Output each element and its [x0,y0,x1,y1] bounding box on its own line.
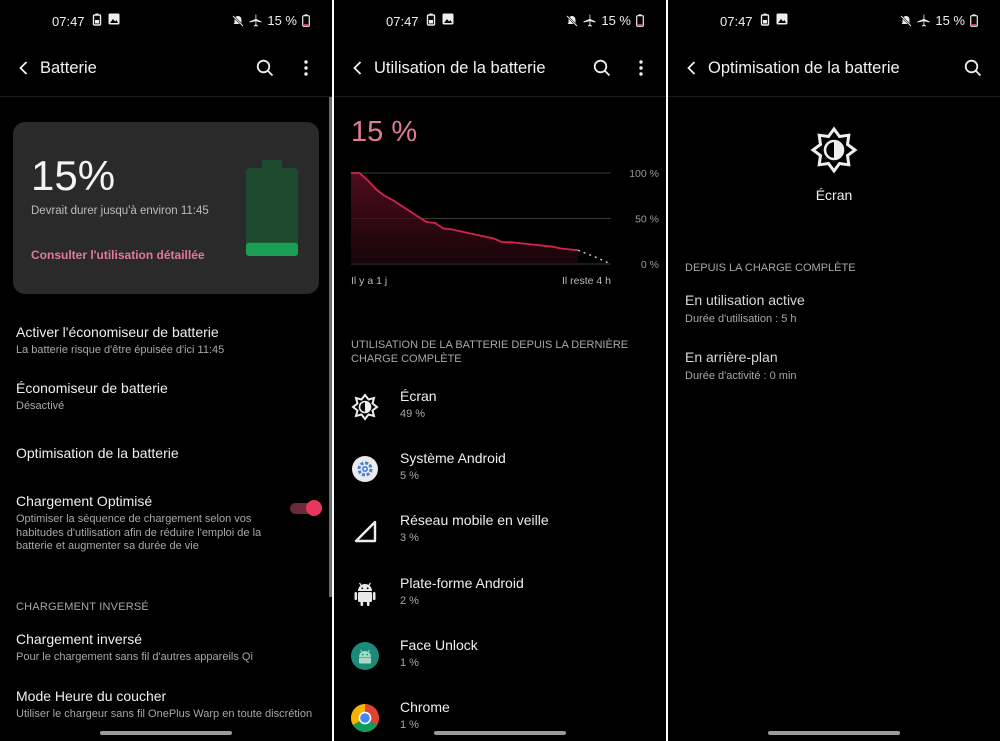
brightness-icon [351,393,379,421]
status-bar: 07:47 15 % [668,0,1000,42]
back-arrow-icon[interactable] [348,58,368,78]
status-battery-pct: 15 % [267,13,297,28]
battery-level-icon [246,160,298,256]
cell-signal-icon [354,520,377,543]
face-unlock-icon [351,642,379,670]
battery-saver-item[interactable]: Économiseur de batterie Désactivé [16,380,318,414]
battery-optimization-item[interactable]: Optimisation de la batterie [16,445,318,461]
chrome-icon [351,704,379,732]
status-time: 07:47 [720,14,753,29]
search-icon[interactable] [592,58,612,78]
status-bar: 07:47 15 % [334,0,666,42]
image-notif-icon [776,13,788,25]
battery-summary-card: 15% Devrait durer jusqu'à environ 11:45 … [13,122,319,294]
more-options-icon[interactable] [631,58,651,78]
battery-low-icon [302,14,310,27]
y-tick-100: 100 % [629,168,659,180]
back-arrow-icon[interactable] [682,58,702,78]
optimized-charging-item[interactable]: Chargement Optimisé Optimiser la séquenc… [16,493,276,554]
app-bar: Optimisation de la batterie [668,46,1000,90]
battery-saver-activate-item[interactable]: Activer l'économiseur de batterie La bat… [16,324,318,358]
more-options-icon[interactable] [296,58,316,78]
battery-percent: 15 % [351,116,418,148]
dnd-bell-off-icon [900,14,913,27]
status-time: 07:47 [386,14,419,29]
reverse-charging-section-header: CHARGEMENT INVERSÉ [16,601,149,613]
since-full-charge-header: DEPUIS LA CHARGE COMPLÈTE [685,262,856,274]
gesture-bar[interactable] [434,731,566,735]
image-notif-icon [108,13,120,25]
active-use-item: En utilisation active Durée d'utilisatio… [685,292,805,325]
battery-low-icon [636,14,644,27]
y-tick-0: 0 % [641,259,659,271]
battery-history-chart: 100 % 50 % 0 % Il y a 1 j Il reste 4 h [351,168,659,287]
app-usage-row-mobile-network[interactable]: Réseau mobile en veille 3 % [334,508,666,564]
battery-saver-notif-icon [92,13,102,26]
y-tick-50: 50 % [635,214,659,226]
app-usage-row-screen[interactable]: Écran 49 % [334,384,666,440]
battery-optimization-screen: 07:47 15 % Optimisation de la batterie É… [668,0,1000,741]
component-label: Écran [815,187,853,203]
app-bar: Utilisation de la batterie [334,46,666,90]
airplane-mode-icon [583,14,596,27]
reverse-charging-item[interactable]: Chargement inversé Pour le chargement sa… [16,631,318,665]
android-icon [354,582,376,606]
search-icon[interactable] [963,58,983,78]
battery-estimate: Devrait durer jusqu'à environ 11:45 [31,205,209,217]
android-system-icon [352,456,378,482]
optimized-charging-toggle[interactable] [290,500,322,516]
brightness-icon [810,126,858,174]
battery-screen: 07:47 15 % Batterie 15% Devrait durer ju… [0,0,332,741]
projection-line [577,249,612,265]
app-bar: Batterie [0,46,332,90]
status-battery-pct: 15 % [935,13,965,28]
app-usage-row-android-system[interactable]: Système Android 5 % [334,446,666,502]
usage-section-header: UTILISATION DE LA BATTERIE DEPUIS LA DER… [351,339,629,365]
battery-saver-notif-icon [426,13,436,26]
detailed-usage-link[interactable]: Consulter l'utilisation détaillée [31,248,205,262]
dnd-bell-off-icon [566,14,579,27]
x-end-label: Il reste 4 h [562,275,611,287]
page-title: Batterie [40,59,97,77]
dnd-bell-off-icon [232,14,245,27]
page-title: Utilisation de la batterie [374,59,546,77]
status-battery-pct: 15 % [601,13,631,28]
x-start-label: Il y a 1 j [351,275,387,287]
search-icon[interactable] [255,58,275,78]
app-usage-row-android-platform[interactable]: Plate-forme Android 2 % [334,571,666,627]
airplane-mode-icon [249,14,262,27]
back-arrow-icon[interactable] [14,58,34,78]
gesture-bar[interactable] [100,731,232,735]
status-time: 07:47 [52,14,85,29]
airplane-mode-icon [917,14,930,27]
gesture-bar[interactable] [768,731,900,735]
scrollbar[interactable] [329,97,332,597]
image-notif-icon [442,13,454,25]
battery-saver-notif-icon [760,13,770,26]
battery-low-icon [970,14,978,27]
background-item: En arrière-plan Durée d'activité : 0 min [685,349,797,382]
status-bar: 07:47 15 % [0,0,332,42]
battery-usage-screen: 07:47 15 % Utilisation de la batterie 15… [334,0,666,741]
page-title: Optimisation de la batterie [708,59,900,77]
app-usage-row-face-unlock[interactable]: Face Unlock 1 % [334,633,666,689]
battery-percent: 15% [31,152,116,199]
bedtime-mode-item[interactable]: Mode Heure du coucher Utiliser le charge… [16,688,326,722]
